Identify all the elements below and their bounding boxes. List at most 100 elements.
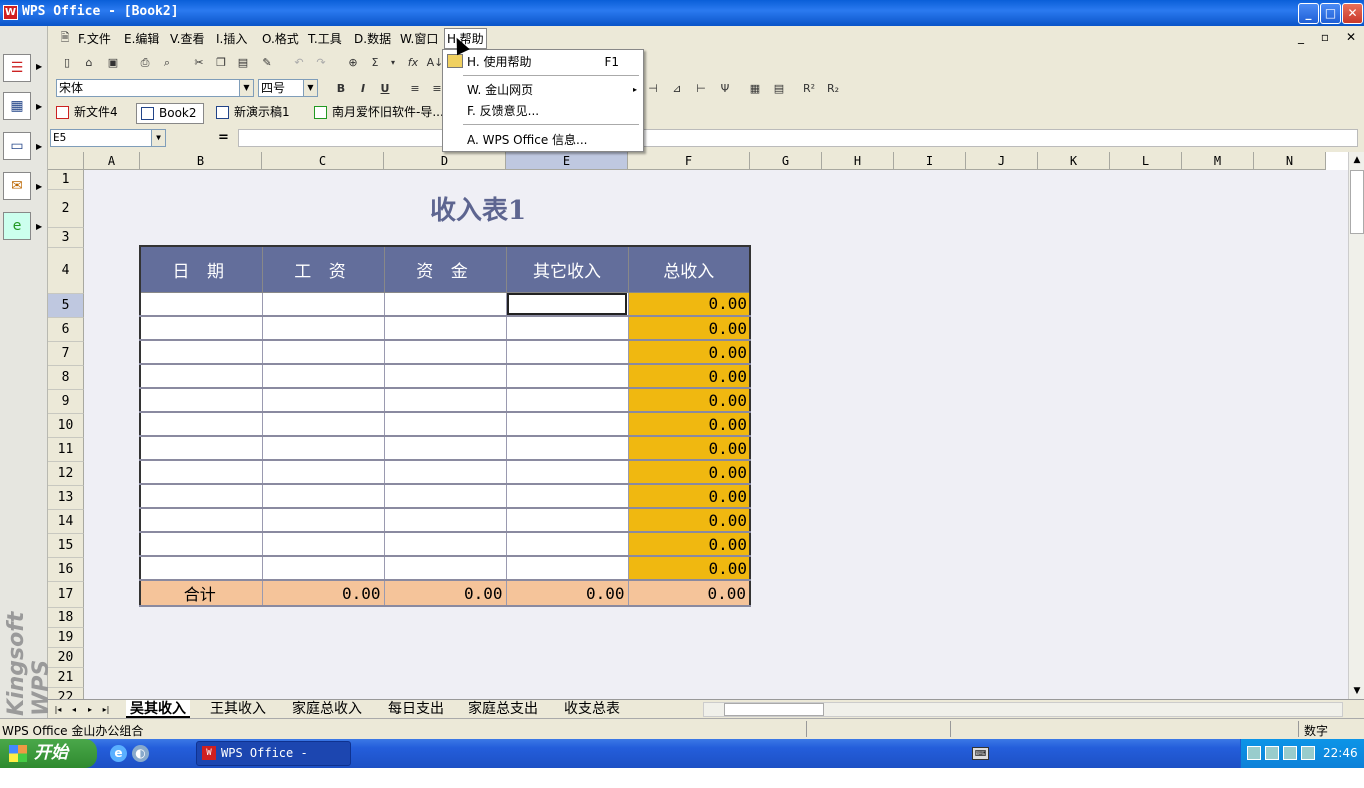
horizontal-scrollbar[interactable] [703, 702, 1343, 717]
data-cell[interactable] [505, 315, 629, 341]
mdi-minimize-button[interactable]: _ [1292, 30, 1310, 46]
row-header-2[interactable]: 2 [48, 190, 84, 228]
total-income-cell[interactable]: 0.00 [627, 363, 751, 389]
header-funds[interactable]: 资 金 [383, 245, 507, 293]
total-income-cell[interactable]: 0.00 [627, 435, 751, 461]
menu-view[interactable]: V.查看 [168, 30, 207, 47]
sheet-tab-4[interactable]: 每日支出 [384, 700, 448, 718]
data-cell[interactable] [261, 435, 385, 461]
sheet-tab-1[interactable]: 吴其收入 [126, 700, 190, 718]
paste-icon[interactable]: ▤ [234, 54, 252, 72]
font-size-select[interactable]: 四号 ▼ [258, 79, 318, 97]
browser-icon[interactable]: e [3, 212, 31, 240]
row-header-19[interactable]: 19 [48, 628, 84, 648]
row-header-17[interactable]: 17 [48, 582, 84, 608]
data-cell[interactable] [261, 507, 385, 533]
menu-item-about[interactable]: A. WPS Office 信息... [443, 130, 643, 150]
column-header-b[interactable]: B [140, 152, 262, 170]
row-header-7[interactable]: 7 [48, 342, 84, 366]
data-cell[interactable] [139, 483, 263, 509]
data-cell[interactable] [261, 483, 385, 509]
copy-icon[interactable]: ❐ [212, 54, 230, 72]
data-cell[interactable] [261, 363, 385, 389]
row-header-8[interactable]: 8 [48, 366, 84, 390]
data-cell[interactable] [261, 291, 385, 317]
data-cell[interactable] [139, 411, 263, 437]
data-cell[interactable] [505, 411, 629, 437]
row-header-6[interactable]: 6 [48, 318, 84, 342]
superscript-button[interactable]: R² [800, 80, 818, 98]
header-other-income[interactable]: 其它收入 [505, 245, 629, 293]
data-cell[interactable] [139, 363, 263, 389]
data-cell[interactable] [505, 387, 629, 413]
row-header-13[interactable]: 13 [48, 486, 84, 510]
column-header-g[interactable]: G [750, 152, 822, 170]
data-cell[interactable] [505, 363, 629, 389]
cut-icon[interactable]: ✂ [190, 54, 208, 72]
column-header-c[interactable]: C [262, 152, 384, 170]
data-cell[interactable] [383, 555, 507, 581]
borders-icon[interactable]: ▦ [746, 80, 764, 98]
close-button[interactable]: ✕ [1342, 3, 1363, 24]
column-header-h[interactable]: H [822, 152, 894, 170]
sum-cell[interactable]: 0.00 [505, 579, 629, 607]
data-cell[interactable] [139, 555, 263, 581]
data-cell[interactable] [139, 507, 263, 533]
sum-label[interactable]: 合计 [139, 579, 263, 607]
data-cell[interactable] [383, 291, 507, 317]
subscript-button[interactable]: R₂ [824, 80, 842, 98]
start-button[interactable]: 开始 [0, 739, 97, 768]
column-header-e[interactable]: E [506, 152, 628, 170]
data-cell[interactable] [383, 387, 507, 413]
data-cell[interactable] [383, 339, 507, 365]
data-cell[interactable] [505, 459, 629, 485]
format-painter-icon[interactable]: ✎ [258, 54, 276, 72]
hyperlink-icon[interactable]: ⊕ [344, 54, 362, 72]
menu-window[interactable]: W.窗口 [398, 30, 440, 47]
row-header-21[interactable]: 21 [48, 668, 84, 688]
total-income-cell[interactable]: 0.00 [627, 387, 751, 413]
vertical-scrollbar[interactable]: ▲ ▼ [1348, 152, 1364, 699]
column-header-a[interactable]: A [84, 152, 140, 170]
menu-tools[interactable]: T.工具 [306, 30, 344, 47]
data-cell[interactable] [383, 435, 507, 461]
volume-icon[interactable] [1283, 746, 1297, 760]
menu-data[interactable]: D.数据 [352, 30, 393, 47]
row-header-9[interactable]: 9 [48, 390, 84, 414]
total-income-cell[interactable]: 0.00 [627, 459, 751, 485]
active-cell[interactable] [505, 291, 629, 317]
sum-cell[interactable]: 0.00 [627, 579, 751, 607]
header-date[interactable]: 日 期 [139, 245, 263, 293]
data-cell[interactable] [383, 459, 507, 485]
total-income-cell[interactable]: 0.00 [627, 339, 751, 365]
data-cell[interactable] [383, 531, 507, 557]
sheet-tab-3[interactable]: 家庭总收入 [288, 700, 366, 718]
data-cell[interactable] [505, 507, 629, 533]
row-header-15[interactable]: 15 [48, 534, 84, 558]
writer-icon[interactable]: ☰ [3, 54, 31, 82]
total-income-cell[interactable]: 0.00 [627, 507, 751, 533]
italic-button[interactable]: I [354, 80, 372, 98]
filter-icon[interactable]: Ψ [716, 80, 734, 98]
scroll-down-icon[interactable]: ▼ [1349, 683, 1364, 699]
column-header-m[interactable]: M [1182, 152, 1254, 170]
data-cell[interactable] [139, 291, 263, 317]
row-header-16[interactable]: 16 [48, 558, 84, 582]
column-header-j[interactable]: J [966, 152, 1038, 170]
tab-presentation-1[interactable]: 新演示稿1 [212, 103, 296, 124]
column-header-i[interactable]: I [894, 152, 966, 170]
sheet-tab-2[interactable]: 王其收入 [206, 700, 270, 718]
row-header-4[interactable]: 4 [48, 248, 84, 294]
total-income-cell[interactable]: 0.00 [627, 555, 751, 581]
tab-book2[interactable]: Book2 [136, 103, 204, 124]
data-cell[interactable] [139, 339, 263, 365]
new-icon[interactable]: ▯ [58, 54, 76, 72]
column-header-l[interactable]: L [1110, 152, 1182, 170]
function-icon[interactable]: fx [404, 54, 422, 72]
print-preview-icon[interactable]: ⌕ [158, 54, 176, 72]
data-cell[interactable] [261, 315, 385, 341]
data-cell[interactable] [383, 363, 507, 389]
total-income-cell[interactable]: 0.00 [627, 315, 751, 341]
chevron-right-icon[interactable]: ▶ [36, 102, 42, 111]
undo-icon[interactable]: ↶ [290, 54, 308, 72]
